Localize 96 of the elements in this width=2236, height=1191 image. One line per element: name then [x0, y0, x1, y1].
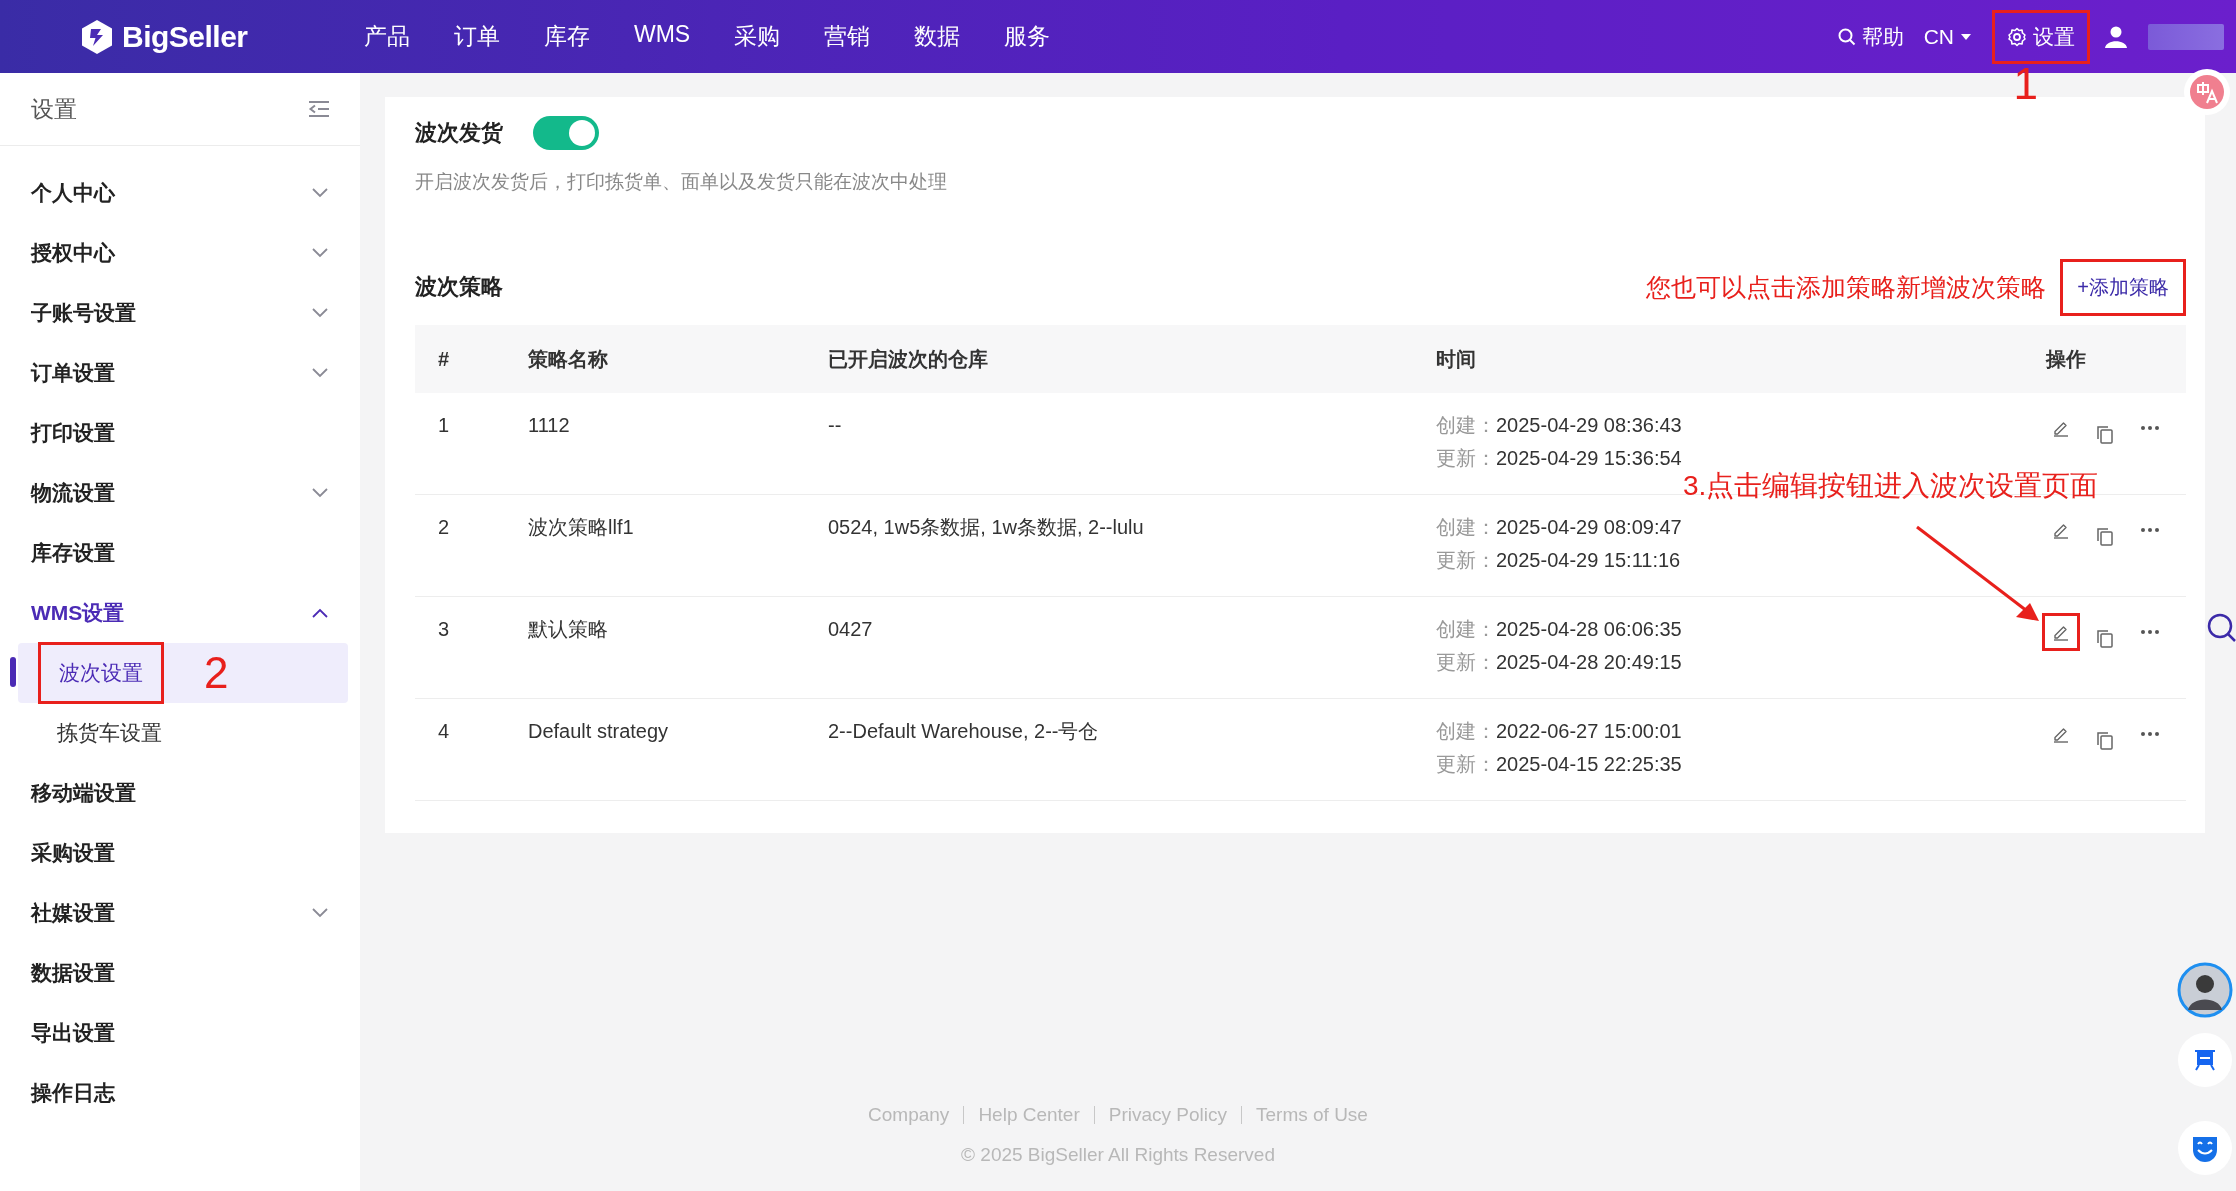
- time-label: 更新：: [1436, 548, 1496, 573]
- table-cell-text: 1112: [528, 413, 571, 438]
- column-header: 操作: [2046, 346, 2087, 372]
- table-cell-text: 3: [437, 617, 451, 642]
- sidebar-title: 设置: [31, 94, 77, 124]
- section-title: 波次发货: [415, 119, 503, 147]
- nav-tab[interactable]: 营销: [822, 17, 873, 56]
- sidebar-item[interactable]: 个人中心: [0, 163, 360, 223]
- nav-tab[interactable]: 订单: [452, 17, 502, 56]
- table-cell-text: 2--Default Warehouse, 2--号仓: [828, 719, 1100, 744]
- timestamp: 2025-04-15 22:25:35: [1496, 752, 1682, 777]
- time-label: 更新：: [1436, 650, 1496, 675]
- sidebar-item[interactable]: 社媒设置: [0, 883, 360, 943]
- time-label: 创建：: [1436, 719, 1496, 744]
- more-icon[interactable]: [2140, 425, 2160, 431]
- timestamp: 2022-06-27 15:00:01: [1496, 719, 1682, 744]
- table-cell-text: 4: [437, 719, 451, 744]
- more-icon[interactable]: [2140, 731, 2160, 737]
- description-text: 开启波次发货后，打印拣货单、面单以及发货只能在波次中处理: [415, 170, 948, 194]
- sidebar-item[interactable]: 导出设置: [0, 1003, 360, 1063]
- nav-tab[interactable]: 采购: [732, 17, 783, 56]
- time-label: 创建：: [1436, 617, 1496, 642]
- more-icon[interactable]: [2140, 527, 2160, 533]
- column-header: 已开启波次的仓库: [828, 346, 989, 372]
- translate-icon[interactable]: [2183, 68, 2231, 116]
- time-label: 更新：: [1436, 446, 1496, 471]
- step-number: 1: [2013, 61, 2038, 106]
- timestamp: 2025-04-28 06:06:35: [1496, 617, 1682, 642]
- sidebar-item[interactable]: 移动端设置: [0, 763, 360, 823]
- sidebar-item[interactable]: 库存设置: [0, 523, 360, 583]
- nav-tab[interactable]: 库存: [542, 17, 592, 56]
- step-number: 2: [204, 651, 229, 695]
- edit-icon: [2052, 725, 2070, 743]
- settings-icon: [2007, 26, 2027, 47]
- table-cell-text: 默认策略: [528, 617, 609, 642]
- edit-icon: [2052, 419, 2070, 437]
- smile-icon[interactable]: [2177, 1120, 2233, 1176]
- sidebar-item[interactable]: 授权中心: [0, 223, 360, 283]
- copyright-text: © 2025 BigSeller All Rights Reserved: [961, 1144, 1275, 1166]
- logo-icon: [80, 18, 114, 55]
- copy-icon[interactable]: [2096, 527, 2114, 547]
- sidebar-item[interactable]: 子账号设置: [0, 283, 360, 343]
- time-label: 创建：: [1436, 515, 1496, 540]
- timestamp: 2025-04-29 15:36:54: [1496, 446, 1682, 471]
- table-cell-text: 0427: [828, 617, 874, 642]
- sidebar-subitem[interactable]: 拣货车设置: [38, 704, 181, 762]
- time-label: 创建：: [1436, 413, 1496, 438]
- sidebar-subitem[interactable]: 波次设置: [38, 642, 164, 704]
- timestamp: 2025-04-29 08:09:47: [1496, 515, 1682, 540]
- nav-tab[interactable]: 产品: [362, 17, 412, 56]
- user-icon[interactable]: [2104, 24, 2128, 49]
- add-strategy-button[interactable]: +添加策略: [2060, 258, 2186, 316]
- search-icon: [1837, 27, 1856, 46]
- sidebar-item[interactable]: 采购设置: [0, 823, 360, 883]
- timestamp: 2025-04-28 20:49:15: [1496, 650, 1682, 675]
- table-cell-text: 0524, 1w5条数据, 1w条数据, 2--lulu: [828, 515, 1145, 540]
- edit-icon: [2052, 521, 2070, 539]
- table-cell-text: Default strategy: [528, 719, 670, 744]
- annotation-text: 3.点击编辑按钮进入波次设置页面: [1683, 469, 2099, 503]
- timestamp: 2025-04-29 15:11:16: [1496, 548, 1681, 573]
- column-header: 时间: [1436, 346, 1477, 372]
- edit-icon: [2052, 623, 2070, 641]
- copy-icon[interactable]: [2096, 629, 2114, 649]
- sidebar-item[interactable]: 操作日志: [0, 1063, 360, 1123]
- sidebar-item[interactable]: 订单设置: [0, 343, 360, 403]
- sidebar-item[interactable]: WMS设置: [0, 583, 360, 643]
- sidebar-item[interactable]: 数据设置: [0, 943, 360, 1003]
- annotation-text: 您也可以点击添加策略新增波次策略: [1646, 271, 2047, 303]
- nav-tab[interactable]: WMS: [632, 17, 693, 56]
- section-title: 波次策略: [415, 273, 503, 301]
- copy-icon[interactable]: [2096, 731, 2114, 751]
- sidebar-item[interactable]: 物流设置: [0, 463, 360, 523]
- avatar-icon[interactable]: [2177, 962, 2233, 1018]
- table-cell-text: 波次策略llf1: [528, 515, 635, 540]
- toggle-switch[interactable]: [533, 116, 599, 150]
- settings-link[interactable]: 设置: [1992, 9, 2090, 64]
- column-header: 策略名称: [528, 346, 609, 372]
- nav-tab[interactable]: 数据: [912, 17, 963, 56]
- timestamp: 2025-04-29 08:36:43: [1496, 413, 1682, 438]
- column-header: #: [437, 347, 451, 371]
- selection-bar: [10, 657, 16, 687]
- logo-text[interactable]: BigSeller: [122, 19, 248, 54]
- sidebar-item[interactable]: 打印设置: [0, 403, 360, 463]
- more-icon[interactable]: [2140, 629, 2160, 635]
- caret-icon: [1960, 32, 1972, 41]
- chat-board-icon[interactable]: [2177, 1032, 2233, 1088]
- table-cell-text: 2: [437, 515, 451, 540]
- help-link[interactable]: 帮助: [1837, 22, 1904, 51]
- table-cell-text: 1: [437, 413, 451, 438]
- collapse-icon[interactable]: [308, 100, 330, 118]
- edit-button[interactable]: [2042, 613, 2080, 651]
- copy-icon[interactable]: [2096, 425, 2114, 445]
- language-selector[interactable]: CN: [1923, 24, 1972, 49]
- time-label: 更新：: [1436, 752, 1496, 777]
- nav-tab[interactable]: 服务: [1002, 17, 1053, 56]
- table-cell-text: --: [828, 413, 843, 438]
